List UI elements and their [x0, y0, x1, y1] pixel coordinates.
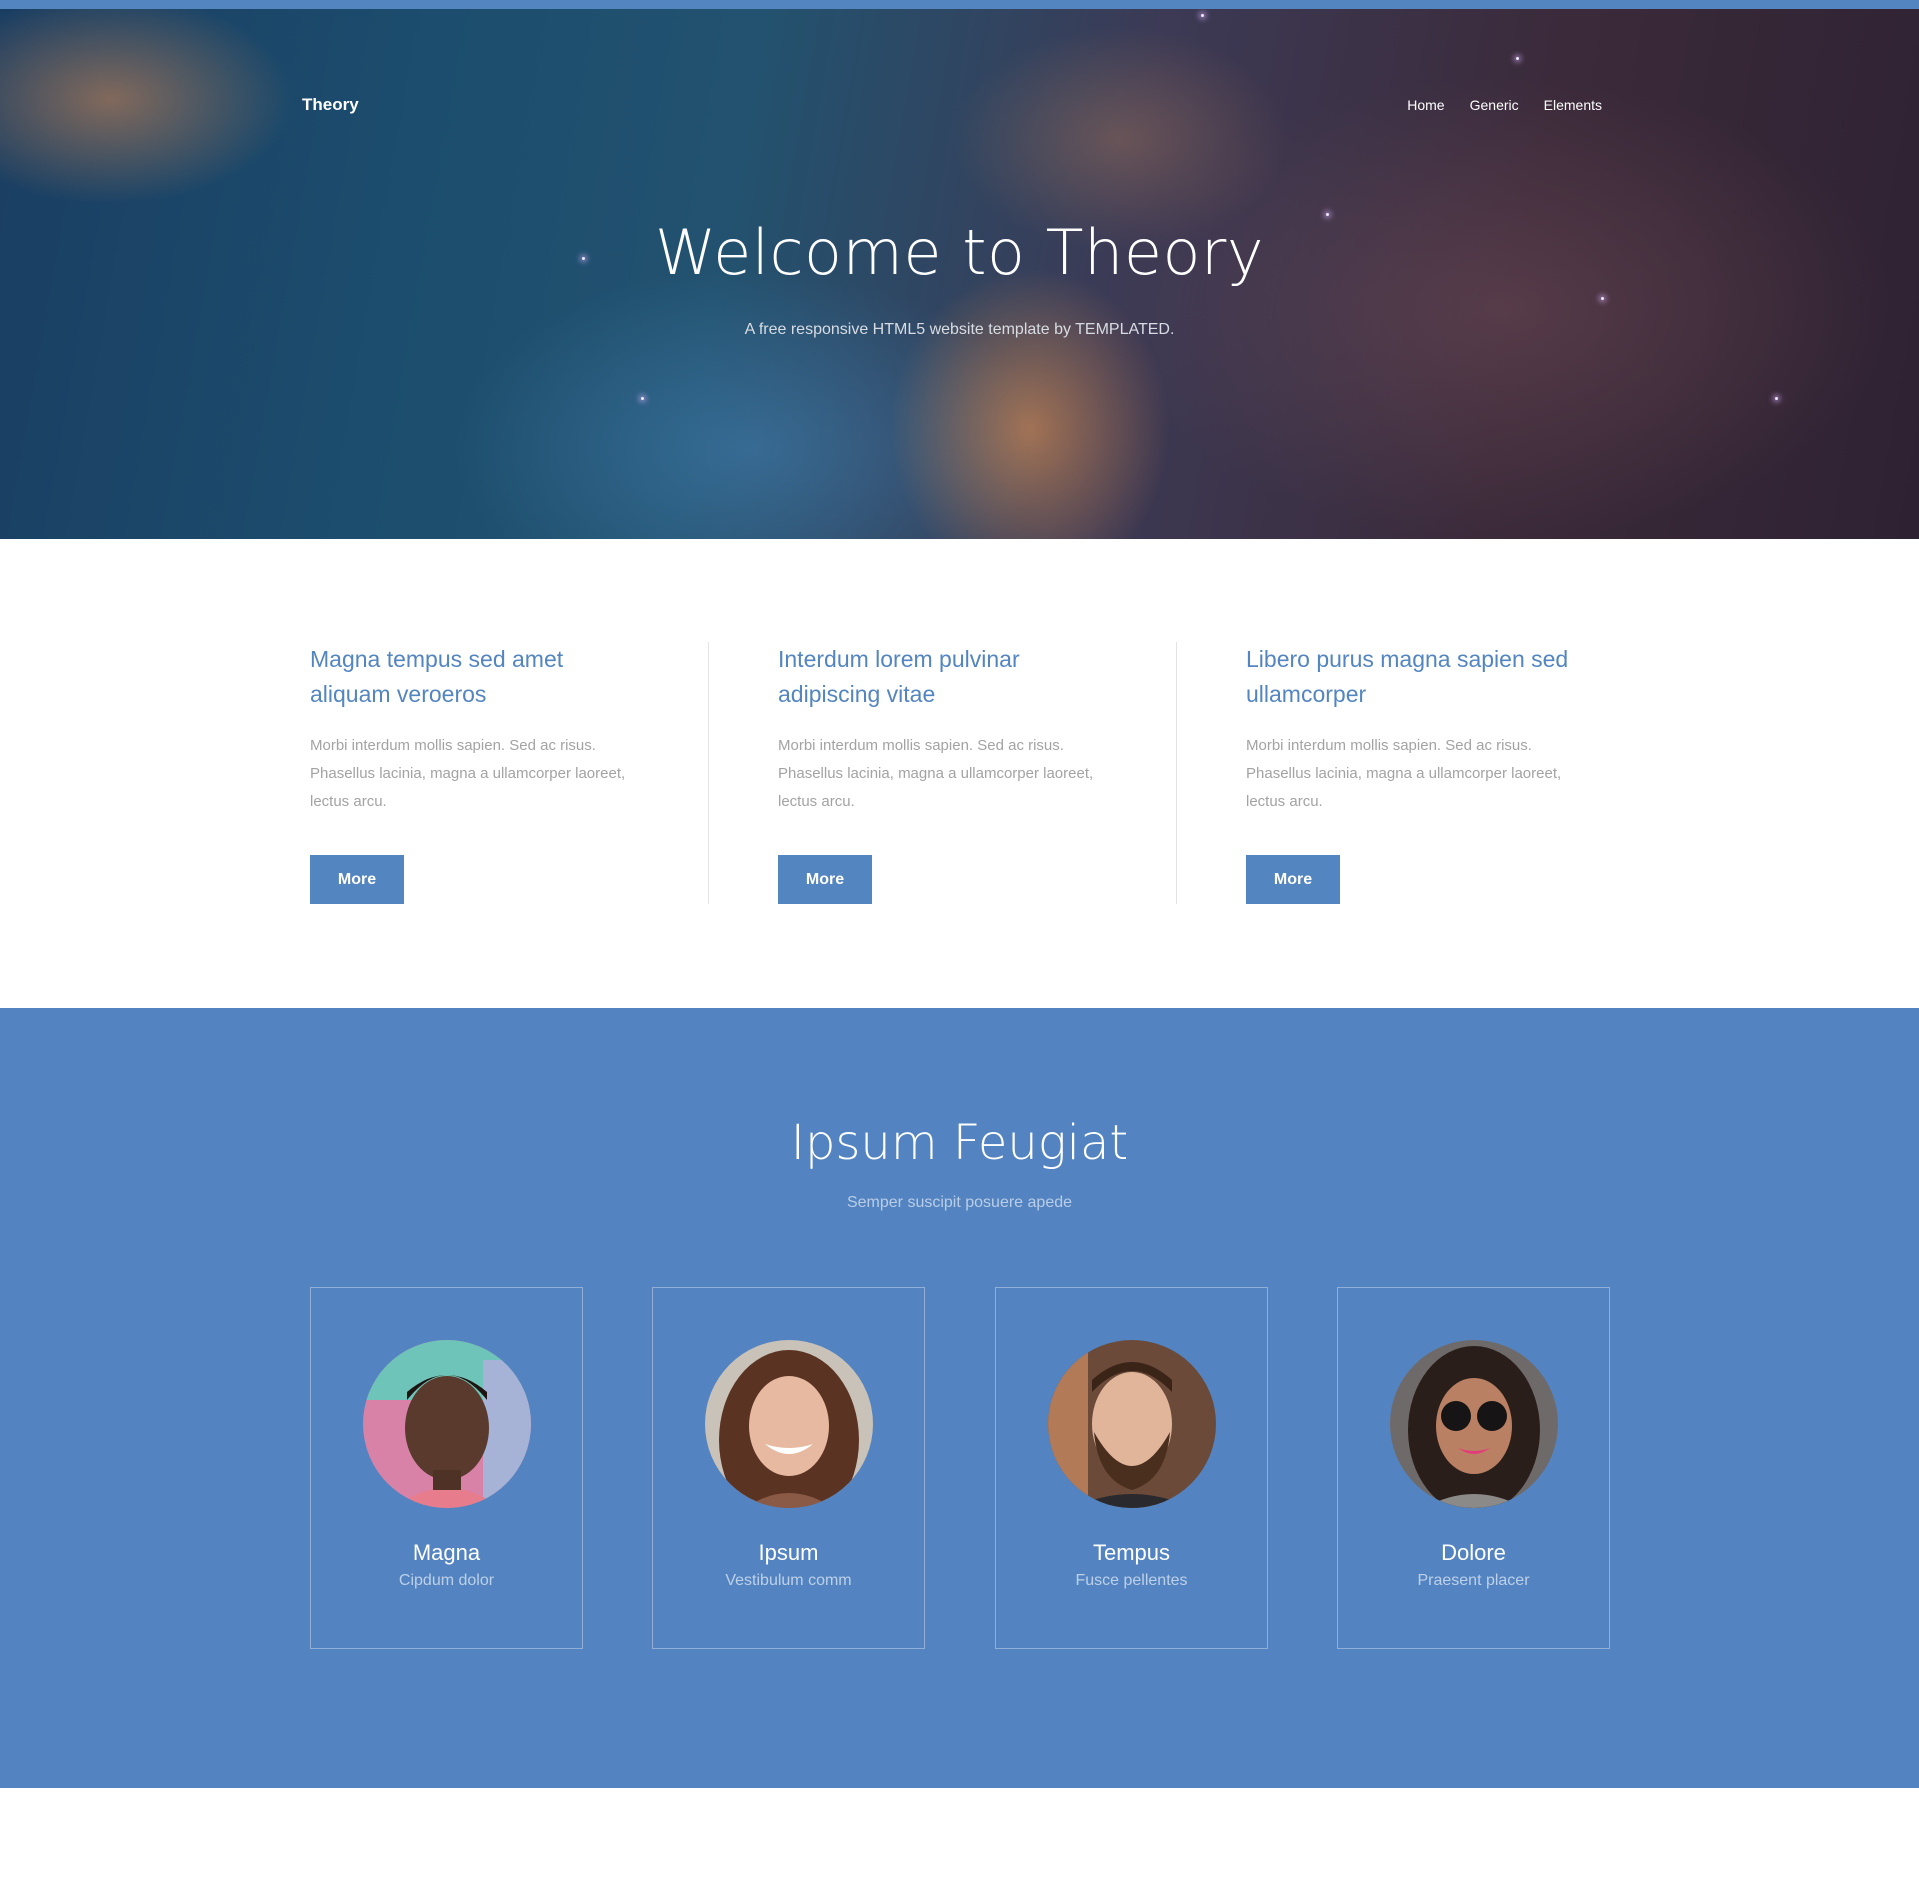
- features-section: Magna tempus sed amet aliquam veroeros M…: [0, 539, 1919, 1008]
- hero-banner: Theory Home Generic Elements Welcome to …: [0, 9, 1919, 539]
- team-card: Dolore Praesent placer: [1337, 1287, 1610, 1649]
- hero-subtitle: A free responsive HTML5 website template…: [744, 321, 1175, 338]
- member-role: Cipdum dolor: [398, 1572, 495, 1589]
- column-divider: [708, 642, 709, 904]
- star: [1201, 14, 1204, 17]
- member-name: Ipsum: [758, 1540, 819, 1565]
- top-accent-bar: [0, 0, 1919, 9]
- nav-link-generic[interactable]: Generic: [1470, 97, 1519, 113]
- feature-column: Libero purus magna sapien sed ullamcorpe…: [1246, 642, 1646, 904]
- star: [1775, 397, 1778, 400]
- feature-title: Libero purus magna sapien sed ullamcorpe…: [1246, 646, 1569, 707]
- team-card: Magna Cipdum dolor: [310, 1287, 583, 1649]
- hero-title: Welcome to Theory: [654, 216, 1265, 289]
- avatar: [705, 1340, 873, 1508]
- feature-text: Morbi interdum mollis sapien. Sed ac ris…: [1246, 737, 1562, 810]
- star: [1516, 57, 1519, 60]
- member-name: Magna: [412, 1540, 481, 1565]
- team-card: Ipsum Vestibulum comm: [652, 1287, 925, 1649]
- member-role: Vestibulum comm: [725, 1572, 852, 1589]
- more-button[interactable]: More: [778, 855, 872, 904]
- main-nav: Home Generic Elements: [1380, 97, 1602, 113]
- nav-link-home[interactable]: Home: [1407, 97, 1444, 113]
- more-button[interactable]: More: [310, 855, 404, 904]
- more-button[interactable]: More: [1246, 855, 1340, 904]
- star: [641, 397, 644, 400]
- member-name: Tempus: [1092, 1540, 1171, 1565]
- section-title: Ipsum Feugiat: [790, 1115, 1129, 1171]
- member-role: Fusce pellentes: [1075, 1572, 1188, 1589]
- column-divider: [1176, 642, 1177, 904]
- feature-title: Magna tempus sed amet aliquam veroeros: [310, 646, 564, 707]
- feature-column: Interdum lorem pulvinar adipiscing vitae…: [778, 642, 1178, 904]
- avatar: [1048, 1340, 1216, 1508]
- team-section: Ipsum Feugiat Semper suscipit posuere ap…: [0, 1008, 1919, 1788]
- feature-text: Morbi interdum mollis sapien. Sed ac ris…: [778, 737, 1094, 810]
- feature-column: Magna tempus sed amet aliquam veroeros M…: [310, 642, 710, 904]
- member-name: Dolore: [1441, 1540, 1506, 1565]
- section-subtitle: Semper suscipit posuere apede: [846, 1194, 1073, 1211]
- star: [1601, 297, 1604, 300]
- avatar: [363, 1340, 531, 1508]
- member-role: Praesent placer: [1417, 1572, 1530, 1589]
- feature-title: Interdum lorem pulvinar adipiscing vitae: [778, 646, 1020, 707]
- brand-logo[interactable]: Theory: [302, 95, 359, 115]
- avatar: [1390, 1340, 1558, 1508]
- feature-text: Morbi interdum mollis sapien. Sed ac ris…: [310, 737, 626, 810]
- nav-link-elements[interactable]: Elements: [1544, 97, 1602, 113]
- team-card: Tempus Fusce pellentes: [995, 1287, 1268, 1649]
